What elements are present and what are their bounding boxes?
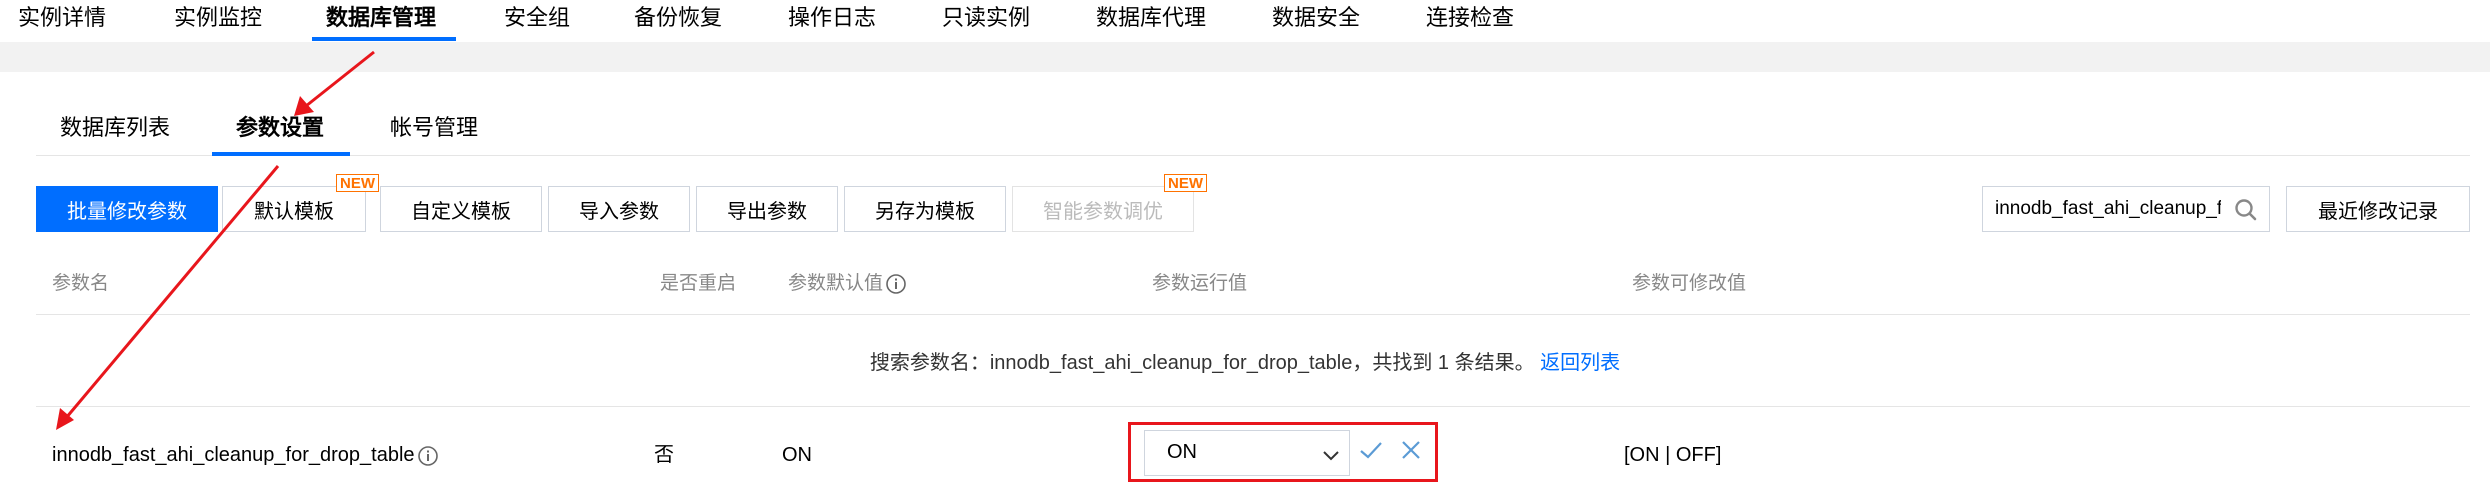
nav-tab-operation-log[interactable]: 操作日志 bbox=[788, 4, 876, 32]
restart-required-cell: 否 bbox=[654, 444, 674, 466]
info-icon[interactable] bbox=[885, 273, 907, 295]
col-header-running-value: 参数运行值 bbox=[1152, 273, 1248, 294]
default-template-button[interactable]: 默认模板 bbox=[222, 186, 366, 232]
param-name-cell: innodb_fast_ahi_cleanup_for_drop_table bbox=[52, 442, 439, 468]
save-as-template-button[interactable]: 另存为模板 bbox=[844, 186, 1006, 232]
batch-modify-params-button[interactable]: 批量修改参数 bbox=[36, 186, 218, 232]
nav-tab-backup-restore[interactable]: 备份恢复 bbox=[634, 4, 722, 32]
col-header-default-value: 参数默认值 bbox=[788, 272, 907, 296]
subtab-database-list[interactable]: 数据库列表 bbox=[60, 114, 170, 142]
import-params-button[interactable]: 导入参数 bbox=[548, 186, 690, 232]
nav-tab-database-management[interactable]: 数据库管理 bbox=[326, 4, 436, 32]
top-nav: 实例详情 实例监控 数据库管理 安全组 备份恢复 操作日志 只读实例 数据库代理… bbox=[0, 0, 2490, 42]
param-search-input[interactable] bbox=[1995, 195, 2221, 223]
nav-tab-database-proxy[interactable]: 数据库代理 bbox=[1096, 4, 1206, 32]
nav-tab-instance-monitoring[interactable]: 实例监控 bbox=[174, 4, 262, 32]
col-header-restart: 是否重启 bbox=[660, 273, 737, 294]
active-tab-indicator bbox=[312, 37, 456, 41]
search-result-summary: 搜索参数名：innodb_fast_ahi_cleanup_for_drop_t… bbox=[0, 346, 2490, 375]
export-params-button[interactable]: 导出参数 bbox=[696, 186, 838, 232]
nav-tab-security-group[interactable]: 安全组 bbox=[504, 4, 570, 32]
page-background-strip bbox=[0, 42, 2490, 72]
recent-changes-button[interactable]: 最近修改记录 bbox=[2286, 186, 2470, 232]
highlight-box bbox=[1128, 422, 1438, 482]
param-search-box bbox=[1982, 186, 2270, 232]
col-header-default-value-label: 参数默认值 bbox=[788, 273, 884, 294]
nav-tab-connection-check[interactable]: 连接检查 bbox=[1426, 4, 1514, 32]
param-name: innodb_fast_ahi_cleanup_for_drop_table bbox=[52, 444, 415, 466]
default-value-cell: ON bbox=[782, 444, 812, 466]
nav-tab-data-security[interactable]: 数据安全 bbox=[1272, 4, 1360, 32]
modifiable-values-cell: [ON | OFF] bbox=[1624, 444, 1722, 466]
new-badge: NEW bbox=[1164, 174, 1207, 192]
nav-tab-instance-details[interactable]: 实例详情 bbox=[18, 4, 106, 32]
col-header-modifiable-value: 参数可修改值 bbox=[1632, 273, 1747, 294]
new-badge: NEW bbox=[336, 174, 379, 192]
nav-tab-readonly-instance[interactable]: 只读实例 bbox=[942, 4, 1030, 32]
row-divider bbox=[36, 406, 2470, 407]
smart-tuning-button[interactable]: 智能参数调优 bbox=[1012, 186, 1194, 232]
search-icon[interactable] bbox=[2233, 197, 2259, 223]
search-result-text: 搜索参数名：innodb_fast_ahi_cleanup_for_drop_t… bbox=[869, 352, 1535, 374]
info-icon[interactable] bbox=[417, 445, 439, 467]
custom-template-button[interactable]: 自定义模板 bbox=[380, 186, 542, 232]
header-divider bbox=[36, 314, 2470, 315]
subtab-divider bbox=[36, 155, 2470, 156]
back-to-list-link[interactable]: 返回列表 bbox=[1540, 352, 1620, 374]
subtab-parameter-settings[interactable]: 参数设置 bbox=[236, 114, 324, 142]
subtab-account-management[interactable]: 帐号管理 bbox=[390, 114, 478, 142]
col-header-param-name: 参数名 bbox=[52, 273, 110, 294]
active-subtab-indicator bbox=[212, 152, 350, 156]
